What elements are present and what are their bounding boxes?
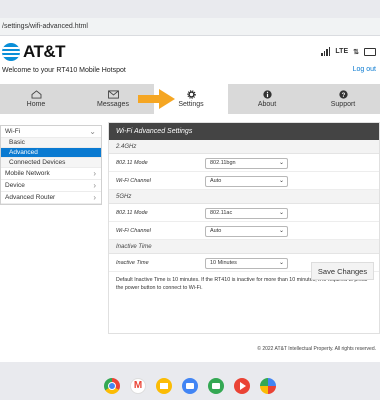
row-24-channel: Wi-Fi Channel Auto ⌄ (109, 172, 379, 190)
chevron-down-icon: ⌄ (278, 228, 284, 234)
tab-support[interactable]: ? Support (306, 84, 380, 114)
tab-messages-label: Messages (97, 101, 129, 108)
copyright-footer: © 2022 AT&T Intellectual Property. All r… (257, 346, 376, 352)
tab-home-label: Home (26, 101, 46, 108)
data-transfer-icon: ⇅ (353, 48, 359, 56)
tab-about[interactable]: About (232, 84, 302, 114)
svg-text:?: ? (341, 93, 345, 99)
field-label: Wi-Fi Channel (116, 178, 151, 184)
slides-icon[interactable] (156, 378, 172, 394)
chevron-right-icon: › (93, 169, 96, 178)
settings-sidebar: Wi-Fi ⌄ Basic Advanced Connected Devices… (0, 125, 102, 205)
select-value: 802.11ac (210, 210, 233, 216)
status-icons: LTE ⇅ (321, 47, 376, 56)
highlight-arrow-icon (138, 89, 175, 109)
chevron-down-icon: ⌄ (278, 210, 284, 216)
mode-5ghz-select[interactable]: 802.11ac ⌄ (205, 208, 288, 219)
tab-about-label: About (257, 101, 277, 108)
row-5-channel: Wi-Fi Channel Auto ⌄ (109, 222, 379, 240)
mode-24ghz-select[interactable]: 802.11bgn ⌄ (205, 158, 288, 169)
sidebar-item-basic[interactable]: Basic (1, 138, 101, 148)
envelope-icon (107, 90, 119, 99)
row-5-mode: 802.11 Mode 802.11ac ⌄ (109, 204, 379, 222)
sidebar-item-label: Advanced Router (5, 194, 56, 201)
select-value: Auto (210, 178, 222, 184)
section-24ghz: 2.4GHz (109, 140, 379, 154)
help-icon: ? (338, 90, 348, 99)
info-icon (262, 90, 272, 99)
logout-link[interactable]: Log out (353, 66, 376, 73)
wifi-advanced-panel: Wi-Fi Advanced Settings 2.4GHz 802.11 Mo… (108, 122, 380, 334)
sidebar-item-label: Wi-Fi (5, 128, 21, 135)
home-icon (31, 90, 41, 99)
sidebar-item-label: Mobile Network (5, 170, 50, 177)
sidebar-item-mobile-network[interactable]: Mobile Network › (1, 168, 101, 180)
field-label: Inactive Time (116, 260, 149, 266)
tab-settings-label: Settings (178, 101, 204, 108)
panel-title: Wi-Fi Advanced Settings (109, 123, 379, 140)
chevron-down-icon: ⌄ (89, 127, 96, 136)
att-logo: AT&T (2, 42, 66, 62)
row-24-mode: 802.11 Mode 802.11bgn ⌄ (109, 154, 379, 172)
channel-5ghz-select[interactable]: Auto ⌄ (205, 226, 288, 237)
select-value: Auto (210, 228, 222, 234)
youtube-icon[interactable] (234, 378, 250, 394)
meet-icon[interactable] (208, 378, 224, 394)
section-5ghz: 5GHz (109, 190, 379, 204)
chevron-down-icon: ⌄ (278, 260, 284, 266)
sidebar-item-connected-devices[interactable]: Connected Devices (1, 158, 101, 168)
battery-icon (364, 47, 376, 56)
globe-icon (2, 43, 20, 61)
tab-support-label: Support (330, 101, 356, 108)
brand-name: AT&T (23, 42, 66, 61)
chevron-down-icon: ⌄ (278, 178, 284, 184)
chevron-down-icon: ⌄ (278, 160, 284, 166)
chrome-icon[interactable] (104, 378, 120, 394)
inactive-time-select[interactable]: 10 Minutes ⌄ (205, 258, 288, 269)
chevron-right-icon: › (93, 181, 96, 190)
hotspot-page: AT&T Welcome to your RT410 Mobile Hotspo… (0, 36, 380, 362)
select-value: 10 Minutes (210, 260, 237, 266)
channel-24ghz-select[interactable]: Auto ⌄ (205, 176, 288, 187)
sidebar-item-label: Device (5, 182, 25, 189)
taskbar: M (0, 372, 380, 400)
sidebar-item-device[interactable]: Device › (1, 180, 101, 192)
signal-icon (321, 47, 331, 56)
gmail-icon[interactable]: M (130, 378, 146, 394)
tab-home[interactable]: Home (0, 84, 72, 114)
sidebar-item-wifi[interactable]: Wi-Fi ⌄ (1, 126, 101, 138)
gear-icon (186, 90, 196, 99)
select-value: 802.11bgn (210, 160, 236, 166)
sidebar-item-advanced-router[interactable]: Advanced Router › (1, 192, 101, 204)
field-label: 802.11 Mode (116, 210, 148, 216)
address-bar[interactable]: /settings/wifi-advanced.html (0, 18, 380, 36)
sidebar-item-advanced[interactable]: Advanced (1, 148, 101, 158)
photos-icon[interactable] (260, 378, 276, 394)
field-label: Wi-Fi Channel (116, 228, 151, 234)
files-icon[interactable] (182, 378, 198, 394)
field-label: 802.11 Mode (116, 160, 148, 166)
network-type: LTE (335, 48, 349, 55)
welcome-text: Welcome to your RT410 Mobile Hotspot (2, 67, 126, 74)
section-inactive: Inactive Time (109, 240, 379, 254)
main-nav: Home Messages Settings About ? Support (0, 84, 380, 114)
save-changes-button[interactable]: Save Changes (311, 262, 374, 280)
header: AT&T Welcome to your RT410 Mobile Hotspo… (0, 36, 380, 80)
chevron-right-icon: › (93, 193, 96, 202)
